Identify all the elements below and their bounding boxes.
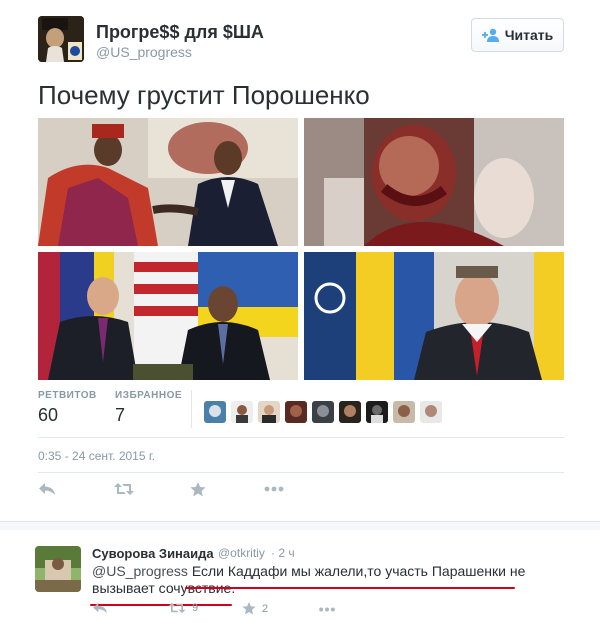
reply-retweet-button[interactable]: 9 [168,602,198,614]
retweeter-avatar[interactable] [231,401,253,423]
thread-separator [0,522,600,530]
main-tweet: Прогре$$ для $ША @US_progress Читать Поч… [0,0,600,522]
author-avatar[interactable] [38,16,84,62]
reply-icon [39,483,55,495]
stats-divider [191,390,192,428]
reply-favorite-button[interactable]: 2 [242,602,268,615]
more-button[interactable] [264,481,284,497]
retweeter-avatar[interactable] [339,401,361,423]
highlight-underline-1 [185,587,515,589]
author-handle[interactable]: @US_progress [96,44,192,60]
tweet-text: Почему грустит Порошенко [38,80,370,110]
favorite-star-icon [242,602,256,615]
retweets-label: РЕТВИТОВ [38,390,97,401]
retweeter-avatar[interactable] [393,401,415,423]
retweets-count: 60 [38,405,59,425]
tweet-media-grid[interactable] [38,118,564,380]
retweet-icon [114,483,134,495]
retweeter-avatar[interactable] [366,401,388,423]
reply-tweet[interactable]: Суворова Зинаида @otkritiy · 2 ч @US_pro… [0,530,600,635]
tweet-timestamp[interactable]: 0:35 - 24 сент. 2015 г. [38,449,155,463]
follow-label: Читать [504,27,554,43]
reply-button[interactable] [38,481,56,497]
reply-author-name[interactable]: Суворова Зинаида [92,546,214,561]
more-dots-icon [264,486,284,492]
reply-icon [93,602,107,614]
retweeter-avatar[interactable] [204,401,226,423]
favorite-star-icon [190,481,206,496]
reply-favorite-count: 2 [262,602,269,615]
more-dots-icon [319,607,335,612]
retweeter-avatar[interactable] [420,401,442,423]
retweeter-avatar[interactable] [258,401,280,423]
retweeter-avatar[interactable] [285,401,307,423]
author-display-name[interactable]: Прогре$$ для $ША [96,22,264,43]
follow-button[interactable]: Читать [471,18,564,52]
reply-text: @US_progress Если Каддафи мы жалели,то у… [92,563,532,597]
favorites-count: 7 [115,405,126,425]
reply-more-button[interactable] [318,607,336,612]
retweet-button[interactable] [114,481,134,497]
reply-retweet-count: 9 [192,602,199,614]
retweet-icon [168,602,186,614]
follow-person-icon [481,28,499,42]
tweet-stats: РЕТВИТОВ 60 ИЗБРАННОЕ 7 [38,390,564,438]
reply-author-avatar[interactable] [35,546,81,592]
favorite-stat[interactable]: ИЗБРАННОЕ 7 [115,390,182,426]
favorites-label: ИЗБРАННОЕ [115,390,183,401]
retweeter-avatars [204,401,442,423]
reply-time[interactable]: · 2 ч [271,546,295,560]
favorite-button[interactable] [190,481,206,497]
reply-reply-button[interactable] [92,602,108,614]
media-photo-2[interactable] [304,118,564,246]
reply-author-handle[interactable]: @otkritiy [218,546,265,560]
reply-actions: 9 2 [92,600,532,622]
media-photo-4[interactable] [304,252,564,380]
media-photo-3[interactable] [38,252,298,380]
reply-mention[interactable]: @US_progress [92,563,188,579]
retweet-stat[interactable]: РЕТВИТОВ 60 [38,390,97,426]
tweet-actions [38,472,564,500]
retweeter-avatar[interactable] [312,401,334,423]
media-photo-1[interactable] [38,118,298,246]
